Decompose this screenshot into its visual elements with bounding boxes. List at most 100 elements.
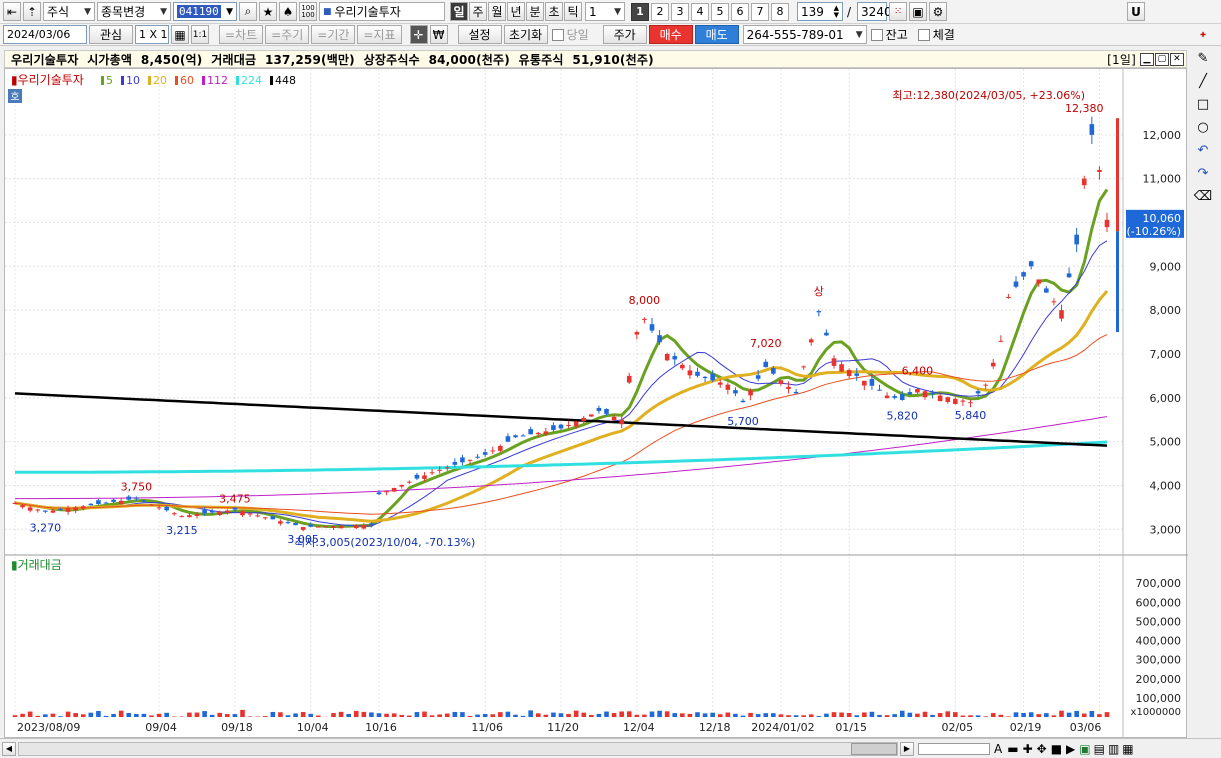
indicator-btn[interactable]: =지표: [357, 25, 402, 44]
date-tick-label: 09/18: [221, 721, 253, 734]
layout-num-3[interactable]: 3: [671, 2, 689, 21]
volume-bar: [846, 712, 852, 717]
pen-icon[interactable]: ✎: [1191, 47, 1215, 69]
right-u-button[interactable]: U: [1127, 2, 1146, 21]
candle-body: [1059, 310, 1064, 319]
volume-bar: [27, 711, 33, 717]
grid-icon[interactable]: ▦: [1122, 742, 1133, 756]
candle-body: [922, 391, 928, 398]
candle-body: [346, 524, 351, 526]
volume-bar: [626, 711, 632, 717]
period-btn-4[interactable]: 분: [526, 2, 544, 21]
volume-tick-label: 400,000: [1136, 635, 1182, 648]
spade-menu-icon[interactable]: ♠: [279, 2, 297, 21]
upload-icon[interactable]: ⇡: [23, 2, 41, 21]
chart-svg[interactable]: 3,2703,7503,2153,4753,0058,0007,0205,700…: [5, 69, 1188, 739]
candle-body: [846, 370, 852, 377]
volume-bar: [513, 714, 518, 717]
grid-color-icon[interactable]: ⁙: [889, 2, 908, 21]
period-btn-2[interactable]: 월: [488, 2, 506, 21]
interval-select[interactable]: 1 ▼: [585, 2, 625, 21]
eraser-icon[interactable]: ⌫: [1191, 185, 1215, 207]
layout-num-5[interactable]: 5: [711, 2, 729, 21]
line-icon[interactable]: ╱: [1191, 70, 1215, 92]
stock-name-field[interactable]: ■ 우리기술투자: [319, 2, 445, 21]
period-btn-6[interactable]: 틱: [564, 2, 582, 21]
range-btn[interactable]: =기간: [311, 25, 356, 44]
zoom-text-icon[interactable]: A: [994, 742, 1002, 756]
volume-bar: [551, 712, 556, 717]
candle-body: [399, 484, 405, 487]
period-btn-5[interactable]: 초: [545, 2, 563, 21]
period-btn-1[interactable]: 주: [469, 2, 487, 21]
period-btn[interactable]: =주기: [265, 25, 310, 44]
prev-icon[interactable]: ⇤: [3, 2, 21, 21]
sameday-checkbox[interactable]: 당일: [551, 26, 589, 43]
volume-bar: [240, 709, 245, 717]
gear-icon[interactable]: ⚙: [929, 2, 948, 21]
period-btn-0[interactable]: 일: [450, 2, 468, 21]
layout-num-6[interactable]: 6: [731, 2, 749, 21]
layout-num-2[interactable]: 2: [651, 2, 669, 21]
filled-checkbox[interactable]: 체결: [917, 26, 955, 43]
volume-bar: [217, 712, 223, 717]
circle-icon[interactable]: ○: [1191, 116, 1215, 138]
chart-area[interactable]: 3,270 3,750 3,215 3,475 3,005 8,000 7,020 5,700…: [4, 68, 1188, 739]
won-icon[interactable]: ₩: [429, 25, 448, 44]
close-icon[interactable]: ✕: [1170, 52, 1184, 66]
save-icon[interactable]: ▣: [909, 2, 928, 21]
scrollbar-thumb[interactable]: [851, 742, 897, 755]
search-icon[interactable]: ⌕: [239, 2, 257, 21]
market-select[interactable]: 주식 ▼: [43, 2, 95, 21]
layout-num-1[interactable]: 1: [631, 2, 649, 21]
candle-body: [156, 507, 162, 509]
range-bar[interactable]: [918, 742, 990, 755]
rectangle-icon[interactable]: □: [1191, 93, 1215, 115]
calendar-icon[interactable]: ▦: [171, 25, 189, 44]
change-stock-select[interactable]: 종목변경 ▼: [97, 2, 171, 21]
sell-button[interactable]: 매도: [694, 25, 739, 44]
grid-size-field[interactable]: 1 X 1: [135, 25, 169, 44]
chart-btn[interactable]: =차트: [219, 25, 264, 44]
maximize-icon[interactable]: ▢: [1155, 52, 1169, 66]
interest-button[interactable]: 관심: [89, 25, 133, 44]
redo-icon[interactable]: ↷: [1191, 162, 1215, 184]
layout-num-4[interactable]: 4: [691, 2, 709, 21]
volume-bar: [300, 712, 306, 717]
star-icon[interactable]: ★: [259, 2, 277, 21]
layout-num-7[interactable]: 7: [751, 2, 769, 21]
ratio-button[interactable]: 1:1: [191, 25, 209, 44]
hundred-icon[interactable]: 100 100: [299, 2, 317, 21]
account-select[interactable]: 264-555-789-01 ▼: [742, 25, 867, 44]
price-button[interactable]: 주가: [602, 25, 647, 44]
minimize-icon[interactable]: ▁: [1140, 52, 1154, 66]
date-tick-label: 01/15: [835, 721, 867, 734]
count-input[interactable]: 139 ▲ ▼: [797, 2, 843, 21]
settings-button[interactable]: 설정: [457, 25, 502, 44]
period-btn-3[interactable]: 년: [507, 2, 525, 21]
candle-body: [498, 446, 503, 451]
scroll-right-icon[interactable]: ▶: [900, 741, 914, 756]
scrollbar-track[interactable]: [18, 741, 898, 756]
scroll-left-icon[interactable]: ◀: [2, 741, 16, 756]
balance-checkbox[interactable]: 잔고: [870, 26, 908, 43]
play-icon[interactable]: ▶: [1066, 742, 1075, 756]
candle-body: [558, 424, 564, 429]
layout-num-8[interactable]: 8: [771, 2, 789, 21]
volume-bar: [907, 712, 913, 717]
spin-icon[interactable]: ▲ ▼: [834, 4, 839, 19]
tool-icon[interactable]: ✚: [1191, 24, 1215, 46]
zoom-out-icon[interactable]: ▬: [1007, 742, 1018, 756]
fit-icon[interactable]: ✥: [1037, 742, 1047, 756]
zoom-in-icon[interactable]: ✚: [1023, 742, 1033, 756]
stock-code-input[interactable]: 041190 ▼: [173, 2, 237, 21]
undo-icon[interactable]: ↶: [1191, 139, 1215, 161]
stop-icon[interactable]: ■: [1051, 742, 1062, 756]
date-input[interactable]: 2024/03/06: [3, 25, 87, 44]
crosshair-icon[interactable]: ✛: [409, 25, 428, 44]
reset-button[interactable]: 초기화: [503, 25, 548, 44]
buy-button[interactable]: 매수: [648, 25, 693, 44]
disk-icon[interactable]: ▤: [1094, 742, 1105, 756]
print-icon[interactable]: ▥: [1108, 742, 1119, 756]
excel-icon[interactable]: ▣: [1079, 742, 1090, 756]
